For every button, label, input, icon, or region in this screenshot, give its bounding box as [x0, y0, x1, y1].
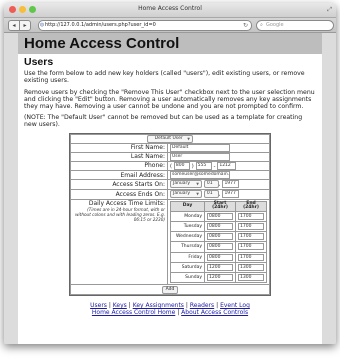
table-row: Sunday 1200 1300 [170, 271, 267, 284]
table-row: Wednesday 0800 1700 [170, 231, 267, 243]
page-container: Home Access Control Users Use the form b… [18, 33, 322, 344]
day-label: Saturday [170, 261, 205, 273]
last-name-label: Last Name: [70, 151, 168, 162]
forward-button[interactable]: ▸ [19, 20, 31, 31]
end-time-input[interactable]: 1700 [238, 243, 264, 251]
day-label: Monday [170, 210, 205, 222]
times-header-day: Day [170, 200, 205, 212]
footer-nav: Users | Keys | Key Assignments | Readers… [24, 302, 316, 316]
day-label: Friday [170, 251, 205, 263]
date-separator: , [218, 191, 221, 198]
phone-dash: - [213, 163, 216, 170]
day-label: Wednesday [170, 231, 205, 243]
times-header-end: End (24hr) [235, 200, 267, 212]
day-label: Thursday [170, 241, 205, 253]
end-time-input[interactable]: 1700 [238, 233, 264, 241]
start-time-input[interactable]: 1200 [207, 273, 233, 281]
email-label: Email Address: [70, 170, 168, 181]
address-bar[interactable]: ◍http://127.0.0.1/admin/users.php?user_i… [38, 20, 252, 31]
start-time-input[interactable]: 0800 [207, 253, 233, 261]
times-label: Daily Access Time Limits: [88, 199, 165, 207]
start-time-input[interactable]: 1200 [207, 263, 233, 271]
footer-link-event-log[interactable]: Event Log [220, 302, 250, 309]
fullscreen-icon[interactable]: ⤢ [327, 6, 332, 14]
table-row: Tuesday 0800 1700 [170, 220, 267, 233]
browser-window: Home Access Control ⤢ ◂ ▸ ◍http://127.0.… [4, 3, 336, 344]
first-name-input[interactable]: Default [170, 143, 230, 152]
link-separator: | [108, 302, 111, 310]
phone-area-input[interactable]: 800 [173, 161, 190, 170]
remove-paragraph: Remove users by checking the "Remove Thi… [24, 88, 315, 111]
user-form-table: Default User ▼ First Name: Default Last N… [70, 133, 270, 296]
starts-day-select[interactable]: 01 [203, 180, 219, 189]
link-separator: | [177, 309, 180, 317]
ends-month-select[interactable]: January ▼ [170, 190, 202, 199]
times-help-text: (Times are in 24-hour format, with or wi… [75, 206, 165, 222]
footer-link-home[interactable]: Home Access Control Home [92, 309, 175, 316]
last-name-input[interactable]: User [170, 152, 230, 161]
ends-day-select[interactable]: 01 [203, 190, 219, 199]
phone-line-input[interactable]: 1212 [217, 161, 237, 170]
phone-close-paren: ) [191, 163, 194, 170]
phone-open-paren: ( [170, 163, 172, 170]
user-select[interactable]: Default User ▼ [147, 134, 193, 143]
window-title: Home Access Control [138, 5, 202, 12]
starts-year-input[interactable]: 1977 [222, 180, 240, 189]
ends-label: Access Ends On: [70, 189, 168, 200]
email-input[interactable]: someuser@somedomain.com [170, 171, 230, 180]
search-field[interactable]: ⌕ Google [256, 20, 334, 31]
date-separator: , [218, 181, 221, 188]
table-row: Friday 0800 1700 [170, 251, 267, 263]
footer-link-about[interactable]: About Access Controls [181, 309, 248, 316]
url-text: http://127.0.0.1/admin/users.php?user_id… [45, 22, 156, 28]
start-time-input[interactable]: 0800 [207, 243, 233, 251]
chevron-down-icon: ▼ [196, 182, 199, 187]
section-heading: Users [24, 56, 54, 68]
times-table: Day Start (24hr) End (24hr) Monday 0800 … [170, 200, 267, 284]
browser-toolbar: ◂ ▸ ◍http://127.0.0.1/admin/users.php?us… [4, 18, 336, 33]
day-label: Tuesday [170, 220, 205, 233]
phone-label: Phone: [70, 160, 168, 172]
end-time-input[interactable]: 1700 [238, 212, 264, 220]
end-time-input[interactable]: 1300 [238, 263, 264, 271]
table-row: Monday 0800 1700 [170, 210, 267, 222]
times-header-start: Start (24hr) [204, 200, 236, 212]
main-content: Users Use the form below to add new key … [18, 54, 322, 317]
link-separator: | [128, 302, 131, 310]
footer-link-users[interactable]: Users [90, 302, 107, 309]
note-paragraph: (NOTE: The "Default User" cannot be remo… [24, 114, 303, 129]
user-form: Default User ▼ First Name: Default Last N… [69, 132, 271, 297]
phone-prefix-input[interactable]: 555 [195, 161, 212, 170]
add-user-button[interactable]: Add [161, 286, 179, 295]
ends-year-input[interactable]: 1977 [222, 190, 240, 199]
start-time-input[interactable]: 0800 [207, 212, 233, 220]
footer-link-keys[interactable]: Keys [113, 302, 127, 309]
chevron-down-icon: ▼ [187, 136, 190, 141]
footer-link-key-assignments[interactable]: Key Assignments [133, 302, 184, 309]
link-separator: | [185, 302, 188, 310]
intro-paragraph: Use the form below to add new key holder… [24, 70, 305, 85]
end-time-input[interactable]: 1700 [238, 222, 264, 230]
start-time-input[interactable]: 0800 [207, 222, 233, 230]
starts-label: Access Starts On: [70, 179, 168, 191]
footer-link-readers[interactable]: Readers [190, 302, 214, 309]
first-name-label: First Name: [70, 142, 168, 153]
start-time-input[interactable]: 0800 [207, 233, 233, 241]
search-placeholder: Google [266, 22, 284, 28]
link-separator: | [216, 302, 219, 310]
end-time-input[interactable]: 1300 [238, 273, 264, 281]
table-row: Saturday 1200 1300 [170, 261, 267, 273]
page-viewport: Home Access Control Users Use the form b… [4, 33, 336, 344]
end-time-input[interactable]: 1700 [238, 253, 264, 261]
starts-month-select[interactable]: January ▼ [170, 180, 202, 189]
site-header: Home Access Control [18, 33, 322, 54]
search-icon: ⌕ [260, 22, 263, 28]
chevron-down-icon: ▼ [196, 192, 199, 197]
day-label: Sunday [170, 271, 205, 284]
table-row: Thursday 0800 1700 [170, 241, 267, 253]
reload-icon[interactable]: ↻ [243, 21, 248, 30]
title-bar: Home Access Control ⤢ [4, 3, 336, 18]
